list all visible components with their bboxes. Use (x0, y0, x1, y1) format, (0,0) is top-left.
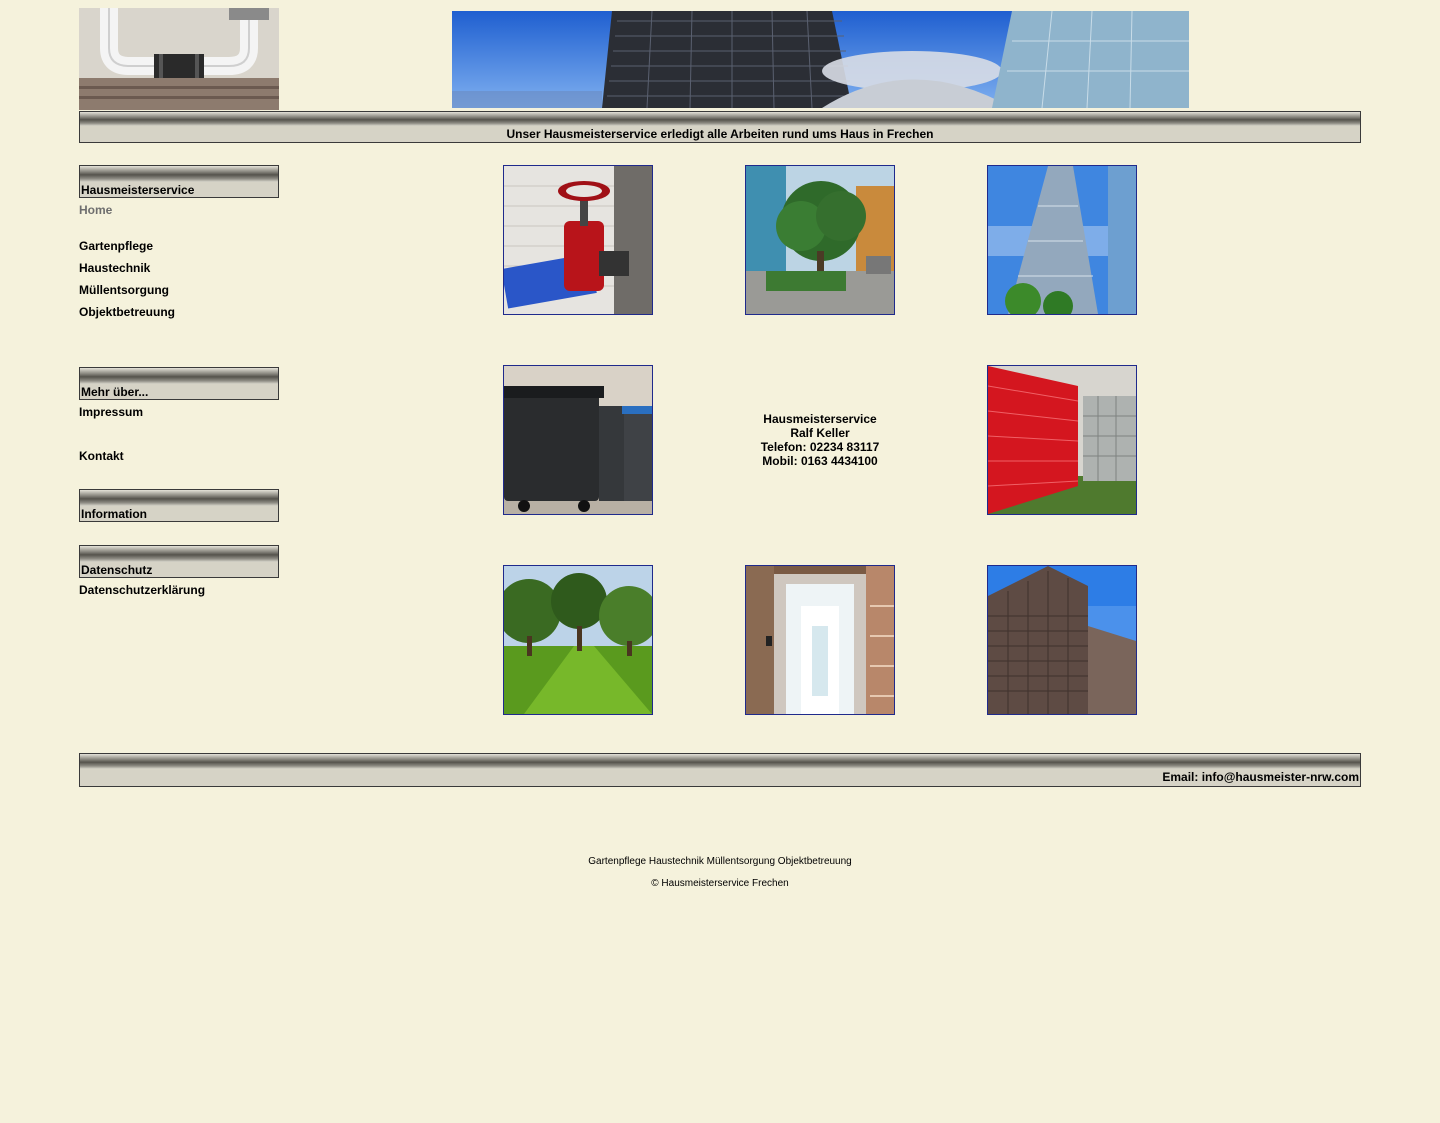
nav-link-haustechnik[interactable]: Haustechnik (79, 261, 150, 275)
footer-bar-decoration (79, 753, 1361, 769)
nav-link-gartenpflege[interactable]: Gartenpflege (79, 239, 153, 253)
nav-link-datenschutzerklaerung[interactable]: Datenschutzerklärung (79, 583, 205, 597)
gallery-red-fence-photo[interactable] (987, 365, 1137, 515)
header-banner-image (452, 11, 1189, 108)
gallery-glass-tower-photo[interactable] (987, 165, 1137, 315)
sidebar-section-title: Datenschutz (79, 562, 279, 578)
header-logo-image (79, 8, 279, 110)
nav-link-impressum[interactable]: Impressum (79, 405, 143, 419)
sidebar-section-mehr: Mehr über... (79, 367, 279, 400)
nav-link-muellentsorgung[interactable]: Müllentsorgung (79, 283, 169, 297)
sidebar-section-title: Hausmeisterservice (79, 182, 279, 198)
contact-name: Ralf Keller (790, 426, 850, 440)
footer-email-box: Email: info@hausmeister-nrw.com (79, 753, 1361, 787)
sidebar-bar-decoration (79, 489, 279, 506)
sidebar-section-title: Mehr über... (79, 384, 279, 400)
gallery-highrise-photo[interactable] (987, 565, 1137, 715)
header-bar-decoration (79, 111, 1361, 126)
footer-links[interactable]: Gartenpflege Haustechnik Müllentsorgung … (0, 856, 1440, 867)
sidebar-bar-decoration (79, 165, 279, 182)
footer-email[interactable]: Email: info@hausmeister-nrw.com (79, 769, 1361, 787)
sidebar-bar-decoration (79, 367, 279, 384)
contact-mobile: Mobil: 0163 4434100 (762, 454, 878, 468)
sidebar-section-datenschutz: Datenschutz (79, 545, 279, 578)
gallery-valve-photo[interactable] (503, 165, 653, 315)
contact-company: Hausmeisterservice (763, 412, 877, 426)
nav-link-objektbetreuung[interactable]: Objektbetreuung (79, 305, 175, 319)
gallery-elevator-photo[interactable] (745, 565, 895, 715)
sidebar-bar-decoration (79, 545, 279, 562)
contact-phone: Telefon: 02234 83117 (760, 440, 880, 454)
gallery-tree-photo[interactable] (745, 165, 895, 315)
nav-link-home[interactable]: Home (79, 203, 112, 217)
gallery-garden-photo[interactable] (503, 565, 653, 715)
header-tagline: Unser Hausmeisterservice erledigt alle A… (79, 126, 1361, 143)
header-tagline-box: Unser Hausmeisterservice erledigt alle A… (79, 111, 1361, 143)
contact-block: Hausmeisterservice Ralf Keller Telefon: … (745, 412, 895, 468)
nav-link-kontakt[interactable]: Kontakt (79, 449, 124, 463)
sidebar-section-hausmeisterservice: Hausmeisterservice (79, 165, 279, 198)
sidebar-section-title: Information (79, 506, 279, 522)
sidebar-section-information: Information (79, 489, 279, 522)
footer-copyright: © Hausmeisterservice Frechen (651, 878, 789, 889)
gallery-bins-photo[interactable] (503, 365, 653, 515)
